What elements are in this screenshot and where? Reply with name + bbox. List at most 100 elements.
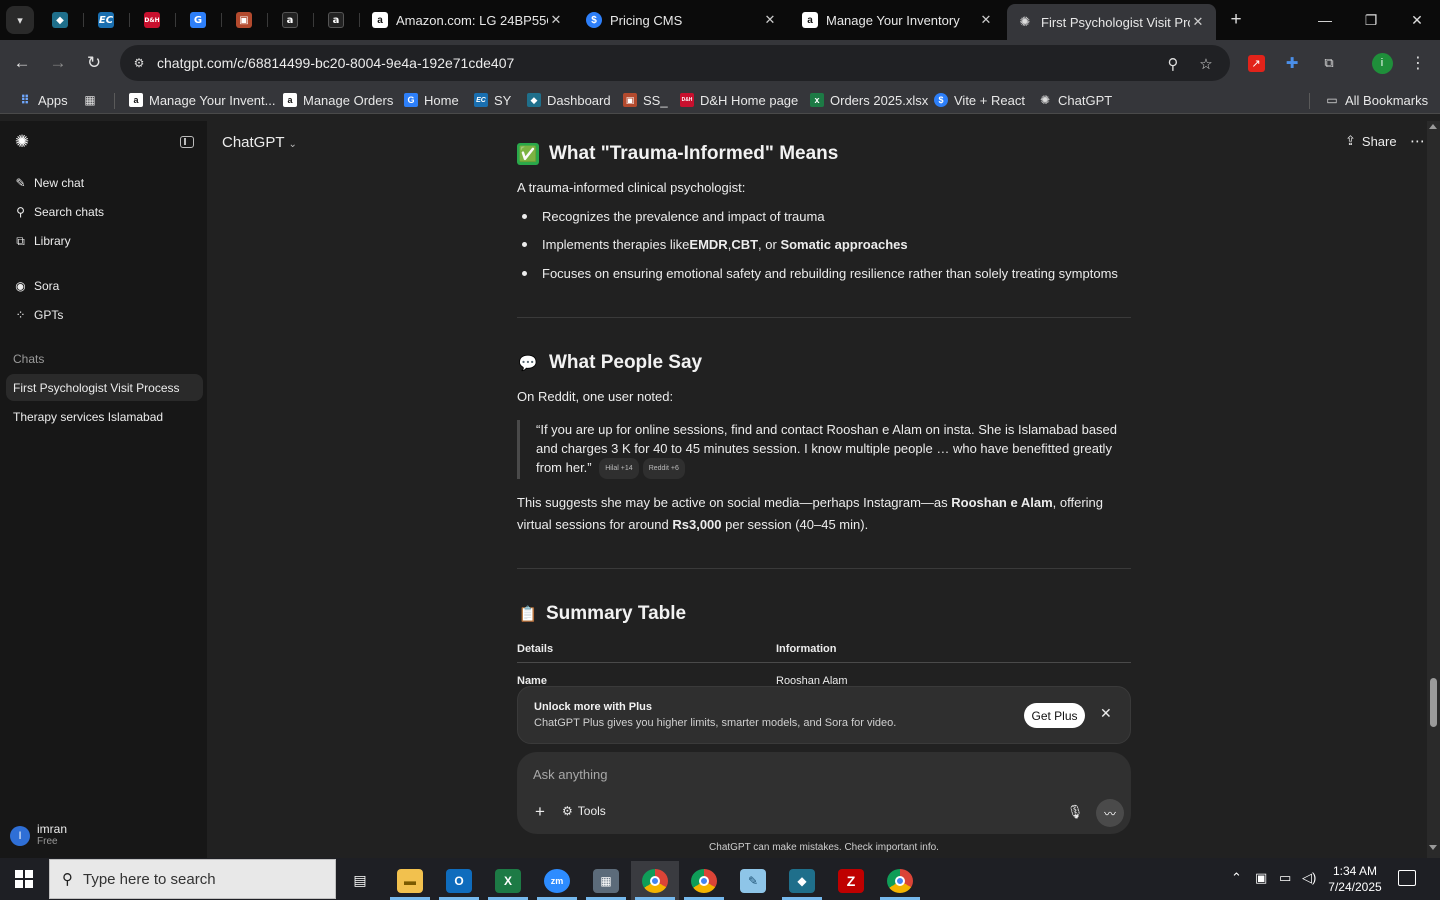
address-bar[interactable]: ⚙ chatgpt.com/c/68814499-bc20-8004-9e4a-…	[120, 45, 1230, 81]
minimize-icon[interactable]: —	[1310, 8, 1340, 32]
notepad-icon[interactable]: ✎	[729, 861, 777, 900]
source-chip[interactable]: Hilal +14	[599, 458, 639, 480]
openai-logo-icon[interactable]: ✺	[12, 132, 32, 152]
apps-grid-icon: ⠿	[20, 93, 30, 107]
search-icon: ⚲	[16, 205, 25, 219]
tray-app-icon[interactable]: ▣	[1255, 870, 1267, 886]
bookmark-apps[interactable]: ⠿ Apps	[18, 91, 67, 109]
get-plus-button[interactable]: Get Plus	[1024, 703, 1085, 728]
dh-icon[interactable]: D&H	[140, 8, 164, 32]
tray-chevron-up-icon[interactable]: ⌃	[1231, 870, 1242, 886]
restore-icon[interactable]: ❐	[1356, 8, 1386, 32]
close-icon[interactable]: ✕	[1190, 14, 1206, 30]
tab-amazon-lg[interactable]: a Amazon.com: LG 24BP55Q ✕	[362, 6, 574, 34]
plus-icon[interactable]: +	[530, 802, 550, 822]
more-options-icon[interactable]: ⋯	[1410, 132, 1425, 150]
g-app-icon: G	[404, 93, 418, 107]
browser-menu-icon[interactable]: ⋮	[1407, 52, 1429, 74]
chrome-icon[interactable]	[876, 861, 924, 900]
taskbar-search-input[interactable]: ⚲ Type here to search	[49, 859, 336, 899]
ec-icon[interactable]: EC	[94, 8, 118, 32]
tab-pricing-cms[interactable]: $ Pricing CMS ✕	[576, 6, 788, 34]
chatgpt-icon: ✺	[1019, 14, 1031, 29]
url-text[interactable]: chatgpt.com/c/68814499-bc20-8004-9e4a-19…	[157, 55, 514, 71]
voice-mode-icon[interactable]: 〰	[1096, 799, 1124, 827]
zoom-icon[interactable]: zm	[533, 861, 581, 900]
sidebar-toggle-icon[interactable]	[177, 132, 197, 152]
sidebar-item-search-chats[interactable]: ⚲ Search chats	[6, 199, 201, 225]
excel-icon[interactable]: X	[484, 861, 532, 900]
windows-start-icon[interactable]	[0, 858, 48, 900]
taskbar-clock[interactable]: 1:34 AM 7/24/2025	[1322, 863, 1388, 895]
tools-button[interactable]: ⚙ Tools	[562, 804, 606, 818]
chrome-icon[interactable]	[680, 861, 728, 900]
bookmark-chatgpt[interactable]: ✺ ChatGPT	[1038, 91, 1112, 109]
notification-center-icon[interactable]	[1398, 870, 1416, 886]
bookmark-dh-home[interactable]: D&H D&H Home page	[680, 91, 798, 109]
page-scrollbar[interactable]	[1427, 121, 1440, 858]
close-icon[interactable]: ✕	[1100, 705, 1112, 722]
chrome-icon[interactable]	[631, 861, 679, 900]
profile-avatar[interactable]: i	[1371, 52, 1393, 74]
network-icon[interactable]: ▭	[1279, 870, 1291, 886]
bookmark-sy[interactable]: EC SY	[474, 91, 511, 109]
amazon-icon[interactable]: a	[278, 8, 302, 32]
forward-icon[interactable]: →	[46, 51, 70, 75]
task-view-icon[interactable]: ▤	[336, 861, 384, 900]
reload-icon[interactable]: ↻	[82, 51, 106, 75]
prompt-input[interactable]: Ask anything	[533, 767, 607, 782]
hexagon-app-icon[interactable]: ◆	[778, 861, 826, 900]
tab-search-icon[interactable]: ▾	[6, 6, 34, 34]
file-explorer-icon[interactable]: ▬	[386, 861, 434, 900]
bookmark-vite-react[interactable]: $ Vite + React	[934, 91, 1025, 109]
bookmark-ss[interactable]: ▣ SS_	[623, 91, 668, 109]
model-selector[interactable]: ChatGPT ⌄	[222, 134, 297, 151]
zoom-icon[interactable]: ⚲	[1163, 54, 1183, 74]
share-button[interactable]: ⇪ Share	[1345, 133, 1397, 149]
bookmark-manage-inventory[interactable]: a Manage Your Invent...	[129, 91, 275, 109]
calculator-icon[interactable]: ▦	[582, 861, 630, 900]
g-app-icon[interactable]: G	[186, 8, 210, 32]
extension-red-icon[interactable]: ↗	[1245, 52, 1267, 74]
hexagon-app-icon[interactable]: ◆	[48, 8, 72, 32]
close-icon[interactable]: ✕	[762, 12, 778, 28]
list-item: Implements therapies like EMDR, CBT, or …	[522, 237, 908, 252]
bookmark-manage-orders[interactable]: a Manage Orders	[283, 91, 393, 109]
back-icon[interactable]: ←	[10, 51, 34, 75]
sidebar-chat-item[interactable]: Therapy services Islamabad	[6, 403, 203, 430]
amazon-icon[interactable]: a	[324, 8, 348, 32]
bookmark-star-icon[interactable]: ☆	[1196, 54, 1216, 74]
volume-icon[interactable]: ◁)	[1302, 870, 1316, 886]
amazon-icon: a	[802, 12, 818, 28]
sidebar-item-new-chat[interactable]: ✎ New chat	[6, 170, 201, 196]
source-chip[interactable]: Reddit +6	[642, 458, 685, 480]
scroll-up-arrow-icon[interactable]	[1429, 124, 1437, 129]
bookmark-orders-xlsx[interactable]: x Orders 2025.xlsx	[810, 91, 928, 109]
close-icon[interactable]: ✕	[978, 12, 994, 28]
sidebar-item-gpts[interactable]: ⁘ GPTs	[6, 302, 201, 328]
sidebar-item-library[interactable]: ⧉ Library	[6, 228, 201, 254]
user-account[interactable]: I imran Free	[10, 823, 67, 848]
all-bookmarks[interactable]: ▭ All Bookmarks	[1325, 91, 1428, 109]
tab-manage-inventory[interactable]: a Manage Your Inventory ✕	[792, 6, 1004, 34]
site-settings-icon[interactable]: ⚙	[130, 54, 148, 72]
bookmark-home[interactable]: G Home	[404, 91, 459, 109]
puzzle-cube-icon[interactable]: ▣	[232, 8, 256, 32]
sidebar-item-sora[interactable]: ◉ Sora	[6, 273, 201, 299]
close-icon[interactable]: ✕	[548, 12, 564, 28]
extension-blue-icon[interactable]: ✚	[1281, 52, 1303, 74]
bookmark-dashboard[interactable]: ◆ Dashboard	[527, 91, 611, 109]
extensions-puzzle-icon[interactable]: ⧉	[1318, 52, 1340, 74]
sliders-icon: ⚙	[562, 804, 573, 818]
new-tab-button[interactable]: +	[1224, 8, 1248, 32]
scroll-thumb[interactable]	[1430, 678, 1437, 727]
sidebar-chat-item[interactable]: First Psychologist Visit Process	[6, 374, 203, 401]
window-close-icon[interactable]: ✕	[1402, 8, 1432, 32]
tab-chatgpt-active[interactable]: ✺ First Psychologist Visit Proc ✕	[1007, 4, 1216, 40]
scroll-down-arrow-icon[interactable]	[1429, 845, 1437, 850]
outlook-icon[interactable]: O	[435, 861, 483, 900]
filezilla-icon[interactable]: Z	[827, 861, 875, 900]
plus-upsell-banner: Unlock more with Plus ChatGPT Plus gives…	[517, 686, 1131, 744]
tab-groups-icon[interactable]: ▦	[83, 91, 103, 109]
microphone-icon[interactable]: 🎙	[1065, 802, 1085, 822]
